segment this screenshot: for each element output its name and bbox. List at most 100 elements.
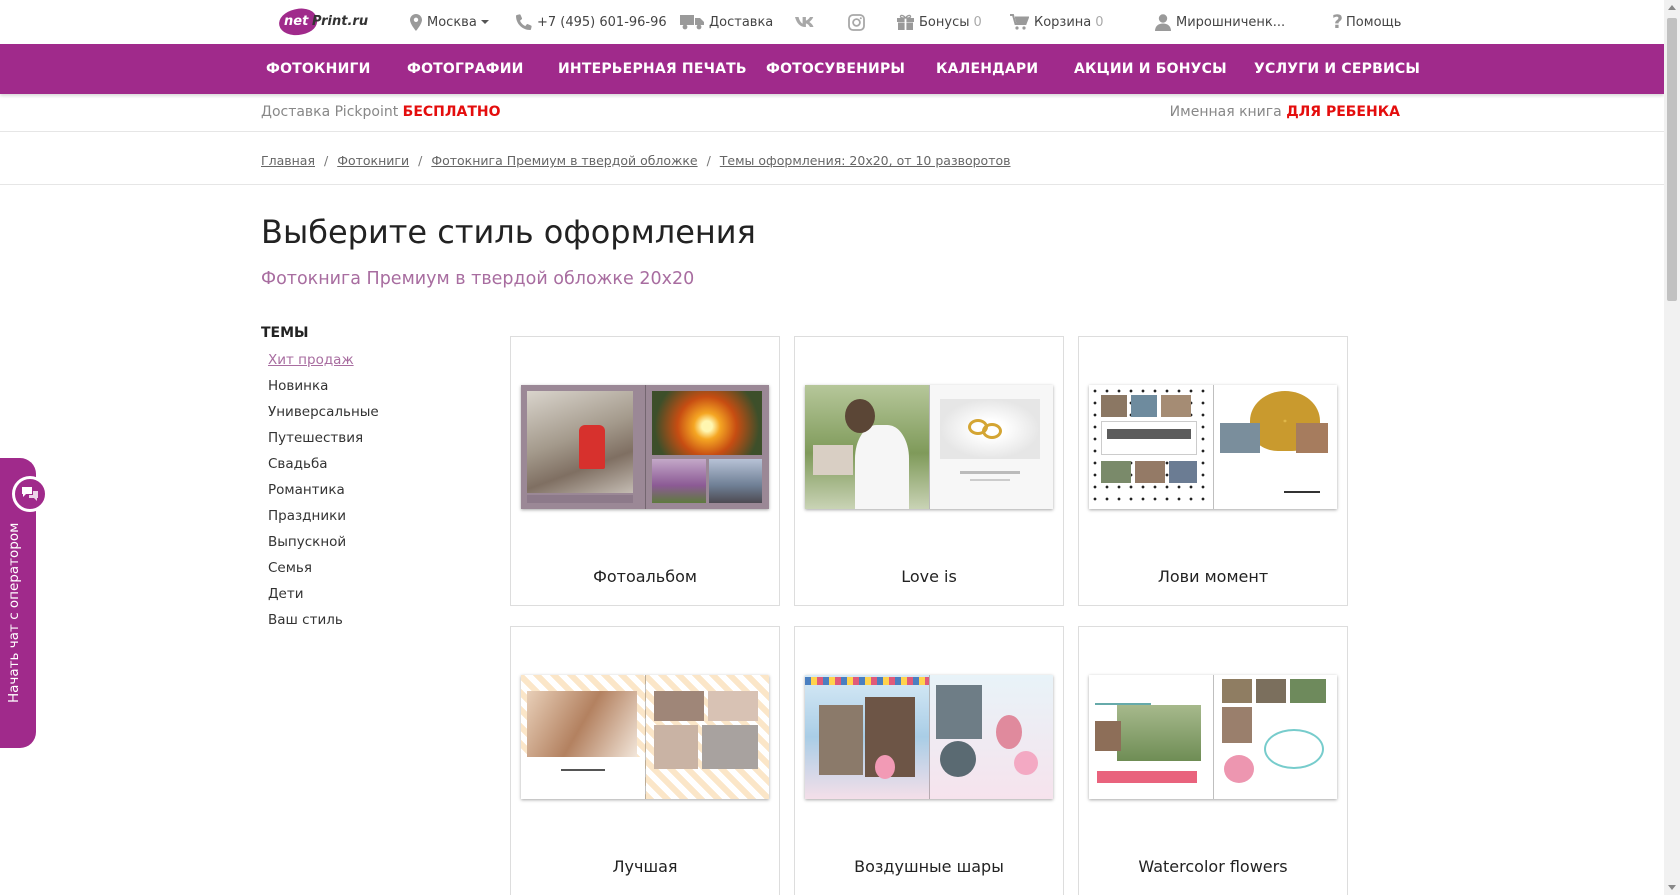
chat-label: Начать чат с оператором <box>6 522 22 703</box>
location-pin-icon <box>410 13 422 31</box>
theme-preview-image <box>521 385 769 509</box>
promo-named-book-text: Именная книга <box>1169 104 1282 120</box>
instagram-icon <box>848 13 865 31</box>
sidebar-title: ТЕМЫ <box>261 325 309 341</box>
cart-count: 0 <box>1095 14 1104 30</box>
scroll-down-arrow-icon[interactable] <box>1668 885 1676 890</box>
bonuses-link[interactable]: Бонусы 0 <box>897 12 982 32</box>
book-page-right <box>1212 675 1337 799</box>
theme-card-love-is[interactable]: Love is <box>794 336 1064 606</box>
sidebar-item-family[interactable]: Семья <box>268 560 379 586</box>
cart-link[interactable]: Корзина 0 <box>1010 12 1104 32</box>
breadcrumb-separator: / <box>418 153 423 168</box>
theme-card-title: Watercolor flowers <box>1138 857 1288 876</box>
sidebar-item-your-style[interactable]: Ваш стиль <box>268 612 379 638</box>
book-page-right <box>1212 385 1337 509</box>
breadcrumb-separator: / <box>324 153 329 168</box>
theme-preview-image <box>1089 385 1337 509</box>
sidebar-item-romance[interactable]: Романтика <box>268 482 379 508</box>
nav-item-photosouvenirs[interactable]: ФОТОСУВЕНИРЫ <box>766 44 905 94</box>
scrollbar-thumb[interactable] <box>1667 18 1677 301</box>
vk-icon <box>795 16 815 28</box>
promo-delivery-text: Доставка Pickpoint <box>261 104 399 120</box>
book-page-right <box>928 675 1053 799</box>
theme-card-watercolor[interactable]: Watercolor flowers <box>1078 626 1348 895</box>
theme-card-catch-moment[interactable]: Лови момент <box>1078 336 1348 606</box>
user-account[interactable]: Мирошниченк... <box>1155 12 1285 32</box>
main-nav: ФОТОКНИГИ ФОТОГРАФИИ ИНТЕРЬЕРНАЯ ПЕЧАТЬ … <box>0 44 1664 94</box>
divider <box>0 184 1664 185</box>
scroll-up-arrow-icon[interactable] <box>1668 5 1676 10</box>
book-page-right <box>928 385 1053 509</box>
delivery-label: Доставка <box>709 14 774 30</box>
breadcrumb-separator: / <box>706 153 711 168</box>
cart-icon <box>1010 14 1029 30</box>
theme-card-title: Воздушные шары <box>854 857 1004 876</box>
city-selector[interactable]: Москва <box>410 12 489 32</box>
phone-number: +7 (495) 601-96-96 <box>537 14 667 30</box>
nav-item-promotions[interactable]: АКЦИИ И БОНУСЫ <box>1074 44 1227 94</box>
promo-bar: Доставка Pickpoint БЕСПЛАТНО Именная кни… <box>0 94 1664 132</box>
sidebar-item-wedding[interactable]: Свадьба <box>268 456 379 482</box>
theme-preview-image <box>1089 675 1337 799</box>
sidebar-theme-list: Хит продаж Новинка Универсальные Путешес… <box>268 352 379 638</box>
nav-item-calendars[interactable]: КАЛЕНДАРИ <box>936 44 1038 94</box>
breadcrumb-photobooks[interactable]: Фотокниги <box>337 153 409 168</box>
delivery-link[interactable]: Доставка <box>680 12 773 32</box>
book-page-left <box>1089 675 1213 799</box>
breadcrumb-home[interactable]: Главная <box>261 153 315 168</box>
sidebar-item-bestsellers[interactable]: Хит продаж <box>268 352 379 378</box>
instagram-link[interactable] <box>848 12 870 32</box>
promo-named-book[interactable]: Именная книга ДЛЯ РЕБЕНКА <box>1170 104 1400 120</box>
nav-item-interior-print[interactable]: ИНТЕРЬЕРНАЯ ПЕЧАТЬ <box>558 44 747 94</box>
theme-card-balloons[interactable]: Воздушные шары <box>794 626 1064 895</box>
breadcrumb-premium-book[interactable]: Фотокнига Премиум в твердой обложке <box>431 153 697 168</box>
page-title: Выберите стиль оформления <box>261 213 756 251</box>
vk-link[interactable] <box>795 12 820 32</box>
logo-net-text: net <box>284 14 309 29</box>
sidebar-item-holidays[interactable]: Праздники <box>268 508 379 534</box>
phone-icon <box>516 14 532 30</box>
top-bar: net Print.ru Москва +7 (495) 601-96-96 Д… <box>0 0 1664 44</box>
gift-icon <box>897 14 914 30</box>
sidebar-item-kids[interactable]: Дети <box>268 586 379 612</box>
help-link[interactable]: ? Помощь <box>1332 11 1402 33</box>
bonuses-label: Бонусы <box>919 14 970 30</box>
theme-card-title: Лови момент <box>1157 567 1269 586</box>
promo-delivery[interactable]: Доставка Pickpoint БЕСПЛАТНО <box>261 104 501 120</box>
theme-card-photoalbum[interactable]: Фотоальбом <box>510 336 780 606</box>
book-page-left <box>521 385 645 509</box>
phone-link[interactable]: +7 (495) 601-96-96 <box>516 12 667 32</box>
truck-icon <box>680 14 704 30</box>
site-logo[interactable]: net Print.ru <box>276 5 369 39</box>
nav-item-services[interactable]: УСЛУГИ И СЕРВИСЫ <box>1254 44 1420 94</box>
nav-item-photobooks[interactable]: ФОТОКНИГИ <box>266 44 371 94</box>
logo-print-text: Print.ru <box>312 14 369 29</box>
bonuses-count: 0 <box>973 14 982 30</box>
theme-card-best[interactable]: Лучшая <box>510 626 780 895</box>
chat-icon <box>12 476 48 512</box>
operator-chat-tab[interactable]: Начать чат с оператором <box>0 458 48 748</box>
nav-item-photos[interactable]: ФОТОГРАФИИ <box>407 44 524 94</box>
promo-delivery-accent: БЕСПЛАТНО <box>402 104 501 120</box>
page-scrollbar[interactable] <box>1664 0 1680 895</box>
help-label: Помощь <box>1346 14 1402 30</box>
question-icon: ? <box>1332 11 1344 33</box>
page-subtitle: Фотокнига Премиум в твердой обложке 20x2… <box>261 269 695 289</box>
chevron-down-icon <box>480 20 489 24</box>
breadcrumb-themes[interactable]: Темы оформления: 20x20, от 10 разворотов <box>720 153 1011 168</box>
sidebar-item-graduation[interactable]: Выпускной <box>268 534 379 560</box>
theme-card-title: Love is <box>901 567 957 586</box>
cart-label: Корзина <box>1034 14 1092 30</box>
sidebar-item-new[interactable]: Новинка <box>268 378 379 404</box>
sidebar-item-universal[interactable]: Универсальные <box>268 404 379 430</box>
theme-card-title: Лучшая <box>612 857 678 876</box>
city-label: Москва <box>427 14 477 30</box>
breadcrumb: Главная / Фотокниги / Фотокнига Премиум в тв… <box>261 153 1011 168</box>
sidebar-item-travel[interactable]: Путешествия <box>268 430 379 456</box>
theme-preview-image <box>805 675 1053 799</box>
theme-preview-image <box>805 385 1053 509</box>
book-page-left <box>805 675 929 799</box>
book-page-left <box>805 385 929 509</box>
book-page-right <box>644 675 769 799</box>
